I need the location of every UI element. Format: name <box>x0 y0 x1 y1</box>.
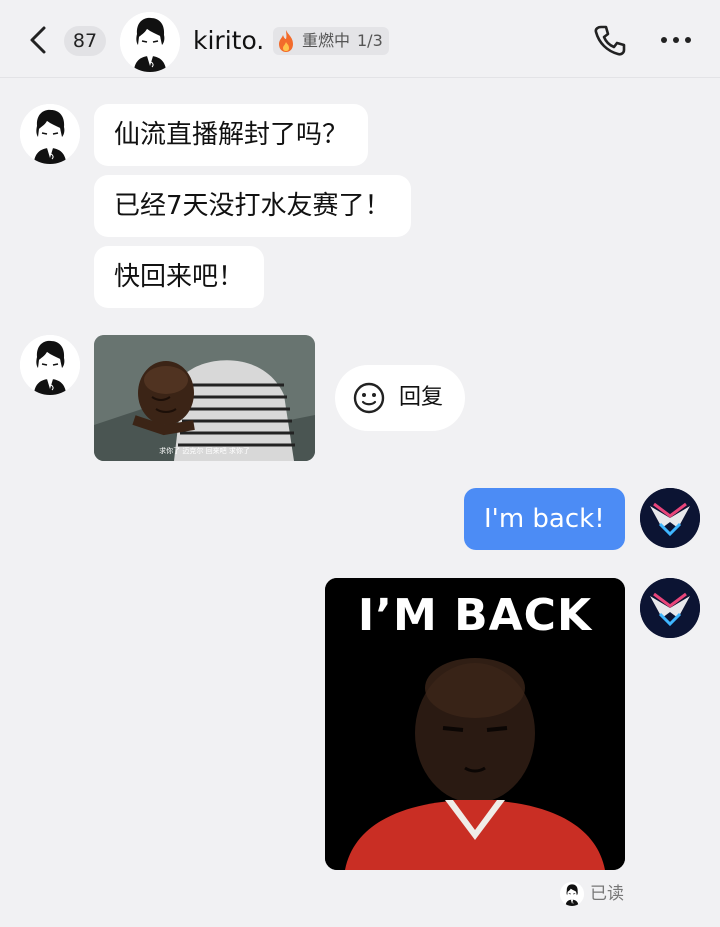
reply-label: 回复 <box>399 385 444 410</box>
message-bubble[interactable]: 仙流直播解封了吗？ <box>94 104 369 166</box>
my-avatar[interactable] <box>640 488 700 548</box>
unread-count-badge[interactable]: 87 <box>64 26 106 56</box>
poster-title: I’M BACK <box>357 590 593 641</box>
more-dots-icon[interactable] <box>658 28 694 52</box>
chat-header: 87 kirito. 重燃中 1/3 <box>0 0 720 78</box>
contact-name[interactable]: kirito. <box>193 24 264 58</box>
contact-avatar[interactable] <box>20 335 80 395</box>
reader-avatar <box>560 882 584 906</box>
chevron-left-icon[interactable] <box>24 22 54 58</box>
reply-button[interactable]: 回复 <box>335 365 465 431</box>
streak-chip[interactable]: 重燃中 1/3 <box>273 27 389 55</box>
received-image-message[interactable]: 求你了 迈克尔 回来吧 求你了 <box>94 335 315 461</box>
my-avatar[interactable] <box>640 578 700 638</box>
streak-count: 1/3 <box>357 31 383 50</box>
meme-photo <box>94 335 315 461</box>
message-bubble[interactable]: 已经7天没打水友赛了！ <box>94 175 411 237</box>
contact-avatar[interactable] <box>120 12 180 72</box>
flame-icon <box>279 30 293 52</box>
read-status-label: 已读 <box>590 884 624 904</box>
image-caption: 求你了 迈克尔 回来吧 求你了 <box>159 447 250 455</box>
phone-icon[interactable] <box>592 22 628 58</box>
chat-screen: 87 kirito. 重燃中 1/3 仙流直播解封了吗？ 已经7天没打水友赛了！… <box>0 0 720 927</box>
contact-avatar[interactable] <box>20 104 80 164</box>
message-bubble[interactable]: 快回来吧！ <box>94 246 265 308</box>
sent-image-message[interactable]: I’M BACK <box>325 578 625 870</box>
sent-message-bubble[interactable]: I'm back! <box>464 488 625 550</box>
smile-icon <box>353 382 385 414</box>
streak-label: 重燃中 <box>302 31 351 50</box>
